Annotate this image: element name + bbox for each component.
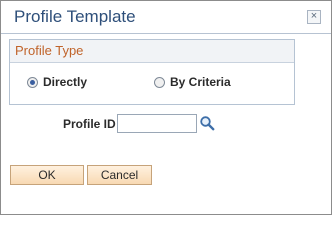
dialog-title: Profile Template bbox=[14, 7, 136, 26]
profile-type-header: Profile Type bbox=[10, 40, 294, 63]
profile-template-dialog: Profile Template × Profile Type Directly… bbox=[0, 0, 332, 215]
close-icon: × bbox=[310, 10, 318, 22]
cancel-button[interactable]: Cancel bbox=[87, 165, 152, 185]
profile-type-group: Profile Type Directly By Criteria bbox=[9, 39, 295, 105]
profile-id-label: Profile ID bbox=[63, 117, 116, 131]
radio-by-criteria-label[interactable]: By Criteria bbox=[170, 75, 231, 89]
magnifier-icon[interactable] bbox=[199, 115, 215, 131]
radio-directly[interactable] bbox=[27, 77, 38, 88]
radio-by-criteria[interactable] bbox=[154, 77, 165, 88]
radio-directly-label[interactable]: Directly bbox=[43, 75, 87, 89]
profile-id-input[interactable] bbox=[117, 114, 197, 133]
profile-type-title: Profile Type bbox=[15, 43, 84, 58]
dialog-titlebar: Profile Template × bbox=[1, 1, 331, 34]
ok-button[interactable]: OK bbox=[10, 165, 84, 185]
close-button[interactable]: × bbox=[307, 10, 321, 24]
